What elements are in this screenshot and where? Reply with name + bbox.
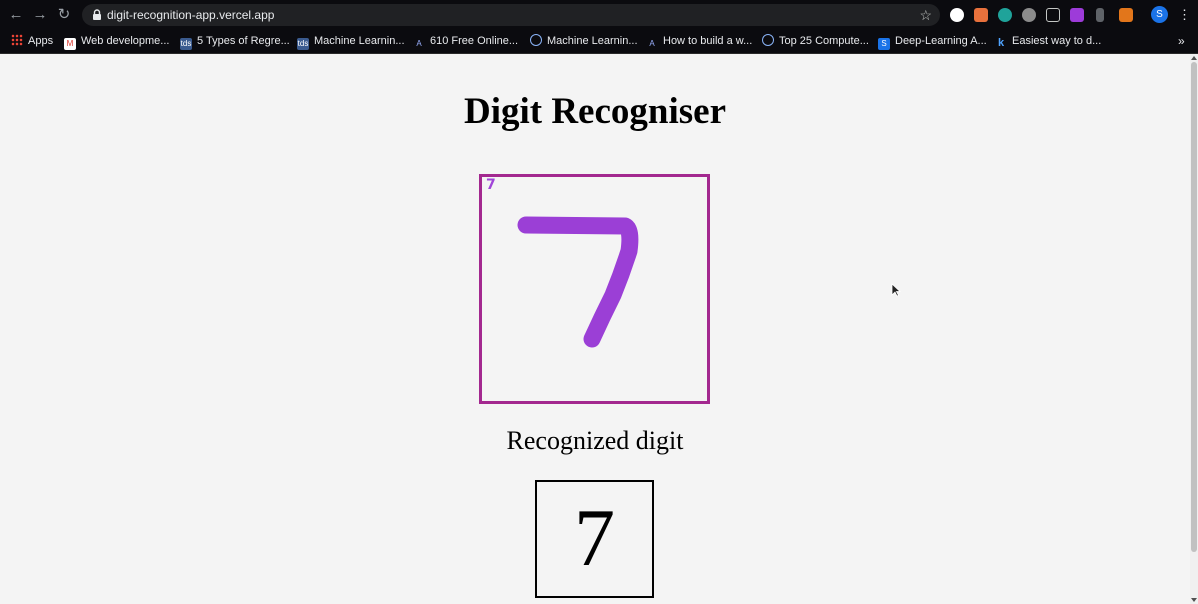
bookmark-item[interactable]: M Web developme... [64, 30, 169, 52]
scroll-up-icon[interactable] [1191, 56, 1197, 60]
forward-icon[interactable]: → [29, 4, 51, 26]
profile-avatar[interactable]: S [1151, 6, 1168, 23]
scroll-thumb[interactable] [1191, 62, 1197, 552]
more-bookmarks-icon[interactable]: » [1178, 30, 1185, 52]
mouse-cursor-icon [891, 283, 901, 297]
url-text: digit-recognition-app.vercel.app [107, 8, 275, 22]
drawn-digit-stroke [517, 216, 639, 348]
menu-icon[interactable]: ⋮ [1178, 6, 1191, 23]
lock-icon [93, 9, 101, 20]
bookmark-item[interactable]: A How to build a w... [646, 30, 752, 52]
drawing-canvas[interactable]: 7 [479, 174, 710, 404]
extension-icon[interactable] [974, 8, 988, 22]
canvas-prediction-label: 7 [486, 177, 496, 193]
scroll-down-icon[interactable] [1191, 598, 1197, 602]
bookmark-icon [762, 34, 774, 46]
gmail-icon: M [64, 38, 76, 50]
browser-toolbar: ← → ↻ digit-recognition-app.vercel.app ☆… [0, 0, 1198, 30]
bookmark-icon: S [878, 38, 890, 50]
pocket-icon[interactable] [1046, 8, 1060, 22]
bookmark-item[interactable]: tds 5 Types of Regre... [180, 30, 290, 52]
reload-icon[interactable]: ↻ [53, 4, 75, 26]
back-icon[interactable]: ← [5, 4, 27, 26]
metamask-icon[interactable] [1119, 8, 1133, 22]
bookmarks-bar: Apps M Web developme... tds 5 Types of Reg… [0, 30, 1198, 54]
bookmark-apps[interactable]: Apps [11, 30, 53, 52]
bookmark-star-icon[interactable]: ☆ [919, 4, 932, 26]
address-bar[interactable]: digit-recognition-app.vercel.app ☆ [82, 4, 940, 26]
bookmark-item[interactable]: k Easiest way to d... [995, 30, 1101, 52]
bookmark-icon: A [649, 39, 655, 48]
bookmark-item[interactable]: tds Machine Learnin... [297, 30, 405, 52]
bookmark-icon: tds [180, 38, 192, 50]
bookmark-icon: A [416, 39, 422, 48]
vertical-scrollbar[interactable] [1190, 54, 1198, 604]
page-content: Digit Recogniser 7 Recognized digit 7 [0, 54, 1190, 604]
result-box: 7 [535, 480, 654, 598]
extension-icon[interactable] [1022, 8, 1036, 22]
apps-grid-icon [11, 34, 23, 46]
extension-icon[interactable] [998, 8, 1012, 22]
bookmark-item[interactable]: Top 25 Compute... [762, 30, 869, 52]
recognized-digit: 7 [574, 492, 615, 583]
bookmark-item[interactable]: A 610 Free Online... [413, 30, 518, 52]
extension-icon[interactable] [1070, 8, 1084, 22]
bookmark-icon: tds [297, 38, 309, 50]
extension-icon[interactable] [950, 8, 964, 22]
bookmark-icon: k [997, 37, 1005, 49]
page-title: Digit Recogniser [463, 91, 727, 132]
result-heading: Recognized digit [506, 426, 684, 455]
extension-icon[interactable] [1096, 8, 1104, 22]
bookmark-item[interactable]: Machine Learnin... [530, 30, 638, 52]
bookmark-icon [530, 34, 542, 46]
bookmark-item[interactable]: S Deep-Learning A... [878, 30, 987, 52]
